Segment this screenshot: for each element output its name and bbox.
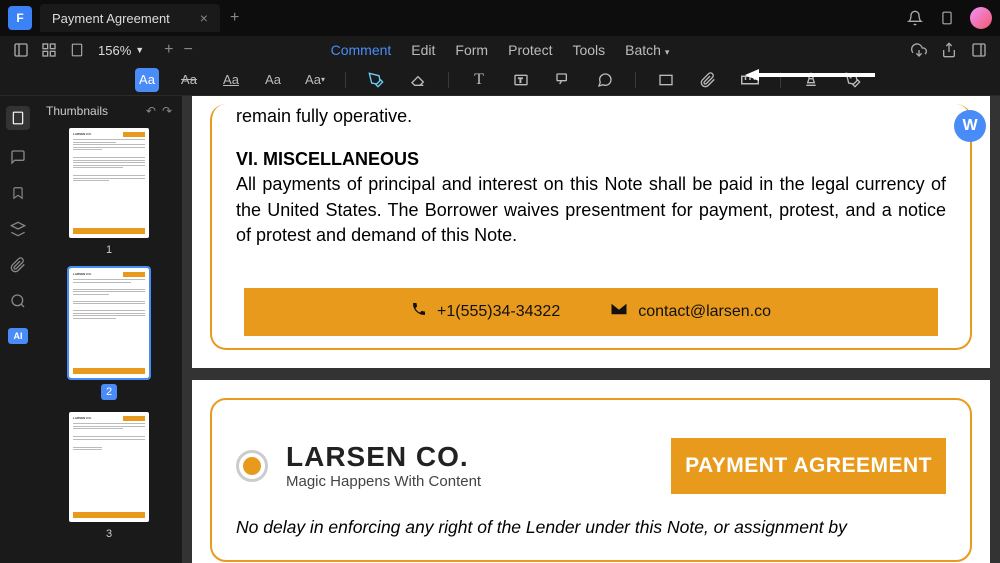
brand-name: LARSEN CO. bbox=[286, 441, 481, 473]
contact-phone: +1(555)34-34322 bbox=[437, 303, 560, 321]
comments-panel-icon[interactable] bbox=[9, 148, 27, 166]
share-icon[interactable] bbox=[940, 41, 958, 59]
text-tool[interactable]: T bbox=[467, 68, 491, 92]
page-view-icon[interactable] bbox=[68, 41, 86, 59]
divider bbox=[448, 72, 449, 88]
bell-icon[interactable] bbox=[906, 9, 924, 27]
squiggly-tool[interactable]: Aa bbox=[261, 68, 285, 92]
cloud-download-icon[interactable] bbox=[910, 41, 928, 59]
divider bbox=[780, 72, 781, 88]
rotate-right-icon[interactable]: ↷ bbox=[162, 104, 172, 118]
measure-tool[interactable] bbox=[738, 68, 762, 92]
bookmarks-icon[interactable] bbox=[9, 184, 27, 202]
thumbnail-page-2[interactable]: LARSEN CO. bbox=[69, 268, 149, 378]
zoom-level[interactable]: 156% ▼ bbox=[98, 43, 144, 58]
rotate-left-icon[interactable]: ↶ bbox=[146, 104, 156, 118]
ai-assistant-fab[interactable]: W bbox=[954, 110, 986, 142]
stamp-tool[interactable] bbox=[799, 68, 823, 92]
user-avatar[interactable] bbox=[970, 7, 992, 29]
menu-batch[interactable]: Batch ▾ bbox=[625, 42, 669, 58]
comment-toolbar: Aa Aa Aa Aa Aa▾ T T bbox=[0, 64, 1000, 96]
note-tool[interactable] bbox=[593, 68, 617, 92]
thumbnail-page-3[interactable]: LARSEN CO. bbox=[69, 412, 149, 522]
properties-panel-icon[interactable] bbox=[970, 41, 988, 59]
divider bbox=[345, 72, 346, 88]
brand: LARSEN CO. Magic Happens With Content bbox=[236, 441, 481, 490]
attachments-panel-icon[interactable] bbox=[9, 256, 27, 274]
thumbnails-title: Thumbnails bbox=[46, 104, 108, 118]
tab-title: Payment Agreement bbox=[52, 11, 170, 26]
signature-tool[interactable] bbox=[841, 68, 865, 92]
textbox-tool[interactable]: T bbox=[509, 68, 533, 92]
thumb-label-1: 1 bbox=[46, 244, 172, 256]
highlight-tool[interactable]: Aa bbox=[135, 68, 159, 92]
device-icon[interactable] bbox=[938, 9, 956, 27]
doc-page-2: remain fully operative. VI. MISCELLANEOU… bbox=[192, 96, 990, 368]
menu-form[interactable]: Form bbox=[455, 42, 488, 58]
left-rail: AI bbox=[0, 96, 36, 563]
underline-tool[interactable]: Aa bbox=[219, 68, 243, 92]
topbar: 156% ▼ + − Comment Edit Form Protect Too… bbox=[0, 36, 1000, 64]
strikethrough-tool[interactable]: Aa bbox=[177, 68, 201, 92]
thumbnails-panel: Thumbnails ↶ ↷ LARSEN CO. 1 LARSEN CO. bbox=[36, 96, 182, 563]
ai-icon[interactable]: AI bbox=[8, 328, 28, 344]
thumb-label-2: 2 bbox=[101, 384, 117, 400]
caret-tool[interactable]: Aa▾ bbox=[303, 68, 327, 92]
sidebar-toggle-icon[interactable] bbox=[12, 41, 30, 59]
email-icon bbox=[610, 302, 628, 321]
svg-text:T: T bbox=[518, 77, 522, 84]
divider bbox=[635, 72, 636, 88]
doc-paragraph-6: All payments of principal and interest o… bbox=[236, 172, 946, 248]
menu-edit[interactable]: Edit bbox=[411, 42, 435, 58]
doc-intro-paragraph: No delay in enforcing any right of the L… bbox=[236, 514, 946, 540]
main-menu: Comment Edit Form Protect Tools Batch ▾ bbox=[331, 42, 670, 58]
eraser-tool[interactable] bbox=[406, 68, 430, 92]
attachment-tool[interactable] bbox=[696, 68, 720, 92]
doc-heading-6: VI. MISCELLANEOUS bbox=[236, 147, 946, 172]
document-title-badge: PAYMENT AGREEMENT bbox=[671, 438, 946, 494]
brand-tagline: Magic Happens With Content bbox=[286, 473, 481, 490]
brand-logo-icon bbox=[236, 450, 268, 482]
titlebar: F Payment Agreement × + bbox=[0, 0, 1000, 36]
new-tab-button[interactable]: + bbox=[230, 9, 239, 27]
contact-email: contact@larsen.co bbox=[638, 303, 771, 321]
zoom-in-button[interactable]: + bbox=[164, 41, 173, 59]
thumbnails-icon[interactable] bbox=[6, 106, 30, 130]
grid-view-icon[interactable] bbox=[40, 41, 58, 59]
chevron-down-icon: ▼ bbox=[135, 45, 144, 55]
rectangle-tool[interactable] bbox=[654, 68, 678, 92]
thumbnail-page-1[interactable]: LARSEN CO. bbox=[69, 128, 149, 238]
document-tab[interactable]: Payment Agreement × bbox=[40, 4, 220, 32]
zoom-out-button[interactable]: − bbox=[184, 41, 193, 59]
thumb-label-3: 3 bbox=[46, 528, 172, 540]
menu-tools[interactable]: Tools bbox=[572, 42, 605, 58]
document-viewport[interactable]: remain fully operative. VI. MISCELLANEOU… bbox=[182, 96, 1000, 563]
app-logo: F bbox=[8, 6, 32, 30]
close-tab-icon[interactable]: × bbox=[200, 10, 208, 26]
doc-fragment: remain fully operative. bbox=[236, 104, 946, 129]
phone-icon bbox=[411, 301, 427, 322]
area-highlight-tool[interactable] bbox=[364, 68, 388, 92]
search-icon[interactable] bbox=[9, 292, 27, 310]
menu-comment[interactable]: Comment bbox=[331, 42, 392, 58]
menu-protect[interactable]: Protect bbox=[508, 42, 552, 58]
doc-page-3: LARSEN CO. Magic Happens With Content PA… bbox=[192, 380, 990, 563]
callout-tool[interactable] bbox=[551, 68, 575, 92]
contact-bar: +1(555)34-34322 contact@larsen.co bbox=[244, 288, 938, 336]
layers-icon[interactable] bbox=[9, 220, 27, 238]
